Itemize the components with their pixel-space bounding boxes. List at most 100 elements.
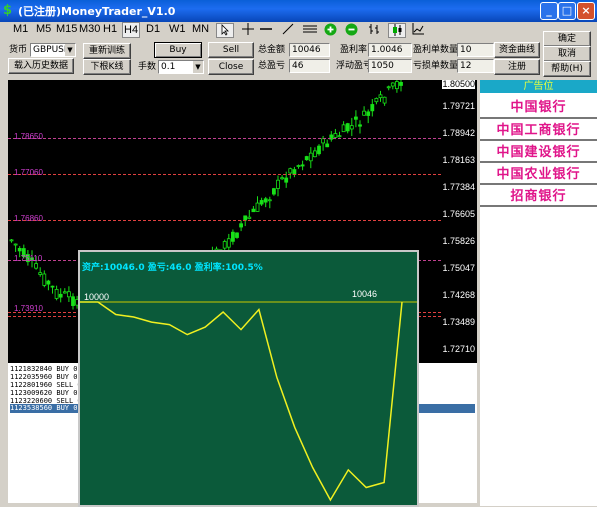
- candle-body: [271, 188, 276, 195]
- candle-body: [308, 152, 313, 162]
- level-line: [8, 174, 441, 175]
- chevron-down-icon: ▼: [193, 61, 203, 73]
- candle-body: [317, 145, 321, 155]
- retrain-button[interactable]: 重新训练: [83, 43, 131, 59]
- candle-body: [42, 273, 47, 286]
- currency-select[interactable]: GBPUSD ▼: [30, 43, 76, 57]
- ad-bank-abc[interactable]: 中国农业银行: [480, 163, 597, 183]
- candle-body: [67, 291, 71, 298]
- price-label: 1.76605: [442, 209, 475, 219]
- ad-bank-ccb[interactable]: 中国建设银行: [480, 141, 597, 161]
- level-label: 1.75110: [14, 254, 43, 263]
- equity-curve-button[interactable]: 资金曲线: [494, 42, 540, 58]
- candle-body: [300, 164, 305, 167]
- toolbar: M1 M5 M15 M30 H1 H4 D1 W1 MN: [0, 22, 597, 38]
- price-label: 1.73489: [442, 317, 475, 327]
- candle-body: [54, 289, 59, 299]
- horizontal-line-icon[interactable]: [258, 23, 274, 36]
- candle-body: [251, 208, 256, 213]
- help-button[interactable]: 帮助(H): [543, 61, 591, 77]
- candle-body: [62, 291, 67, 294]
- candle-body: [50, 285, 55, 288]
- timeframe-m15[interactable]: M15: [56, 22, 77, 36]
- divider: [480, 205, 597, 207]
- candle-body: [378, 94, 383, 99]
- trendline-icon[interactable]: [280, 23, 296, 36]
- crosshair-icon[interactable]: [240, 23, 256, 36]
- timeframe-m1[interactable]: M1: [13, 22, 28, 36]
- zoom-out-icon[interactable]: [343, 23, 359, 36]
- timeframe-m5[interactable]: M5: [36, 22, 51, 36]
- minimize-button[interactable]: _: [540, 2, 558, 20]
- candle-body: [38, 272, 43, 275]
- zoom-in-icon[interactable]: [322, 23, 338, 36]
- candle-body: [17, 248, 22, 252]
- register-button[interactable]: 注册: [494, 59, 540, 75]
- candle-body: [280, 177, 285, 180]
- candle-body: [374, 98, 379, 103]
- candle-body: [353, 116, 358, 120]
- lose-orders-label: 亏损单数量: [413, 61, 459, 71]
- maximize-button[interactable]: □: [558, 2, 576, 20]
- price-label: 1.78163: [442, 155, 475, 165]
- lots-select[interactable]: 0.1 ▼: [158, 60, 204, 74]
- line-chart-icon[interactable]: [410, 23, 426, 36]
- candlestick-icon[interactable]: [388, 23, 406, 38]
- timeframe-d1[interactable]: D1: [146, 22, 160, 36]
- ad-panel: 广告位 中国银行 中国工商银行 中国建设银行 中国农业银行 招商银行: [480, 80, 597, 506]
- candle-body: [304, 156, 309, 161]
- lots-label: 手数: [138, 62, 157, 72]
- candle-body: [358, 124, 362, 127]
- candle-body: [370, 104, 375, 112]
- candle-body: [345, 123, 350, 132]
- timeframe-m30[interactable]: M30: [79, 22, 100, 36]
- load-history-button[interactable]: 载入历史数据: [8, 58, 74, 74]
- window-title: (已注册)MoneyTrader_V1.0: [18, 5, 176, 18]
- total-profit-field: 46: [289, 59, 330, 73]
- candle-body: [222, 241, 227, 249]
- timeframe-w1[interactable]: W1: [169, 22, 186, 36]
- equity-start-label: 10000: [84, 292, 109, 302]
- timeframe-mn[interactable]: MN: [192, 22, 209, 36]
- candle-body: [341, 124, 346, 133]
- price-label: 1.78942: [442, 128, 475, 138]
- equity-curve-chart: 10000 10046: [80, 289, 417, 502]
- timeframe-h1[interactable]: H1: [103, 22, 117, 36]
- total-amount-label: 总金额: [258, 45, 286, 55]
- candle-body: [58, 293, 63, 298]
- ok-button[interactable]: 确定: [543, 31, 591, 47]
- candle-body: [46, 280, 51, 285]
- ad-bank-cmb[interactable]: 招商银行: [480, 185, 597, 205]
- equity-end-label: 10046: [352, 289, 377, 299]
- candle-body: [239, 223, 244, 228]
- close-button[interactable]: ×: [577, 2, 595, 20]
- candle-body: [312, 150, 317, 158]
- title-bar: $ (已注册)MoneyTrader_V1.0 _ □ ×: [0, 0, 597, 22]
- candle-body: [276, 179, 280, 189]
- sell-button[interactable]: Sell: [208, 42, 254, 58]
- timeframe-h4[interactable]: H4: [122, 22, 141, 38]
- close-position-button[interactable]: Close: [208, 59, 254, 75]
- equity-popup[interactable]: 资产:10046.0 盈亏:46.0 盈利率:100.5% 10000 1004…: [78, 250, 419, 507]
- level-line: [8, 138, 441, 139]
- next-kline-button[interactable]: 下根K线: [83, 59, 131, 75]
- floating-label: 浮动盈亏: [336, 61, 373, 71]
- equity-line: [80, 301, 403, 502]
- candle-body: [349, 125, 354, 130]
- candle-body: [366, 111, 371, 116]
- profit-rate-field: 1.0046: [368, 43, 412, 57]
- win-orders-field: 10: [457, 43, 494, 57]
- candle-body: [382, 96, 387, 104]
- channel-icon[interactable]: [302, 23, 318, 36]
- candle-body: [296, 165, 301, 167]
- floating-field: 1050: [368, 59, 412, 73]
- bar-chart-icon[interactable]: [366, 23, 382, 36]
- cancel-button[interactable]: 取消: [543, 46, 591, 62]
- cursor-icon[interactable]: [216, 23, 234, 38]
- candle-body: [230, 231, 235, 242]
- lose-orders-field: 12: [457, 59, 494, 73]
- buy-button[interactable]: Buy: [154, 42, 202, 58]
- ad-bank-icbc[interactable]: 中国工商银行: [480, 119, 597, 139]
- level-label: 1.76860: [14, 214, 43, 223]
- ad-bank-boc[interactable]: 中国银行: [480, 96, 597, 116]
